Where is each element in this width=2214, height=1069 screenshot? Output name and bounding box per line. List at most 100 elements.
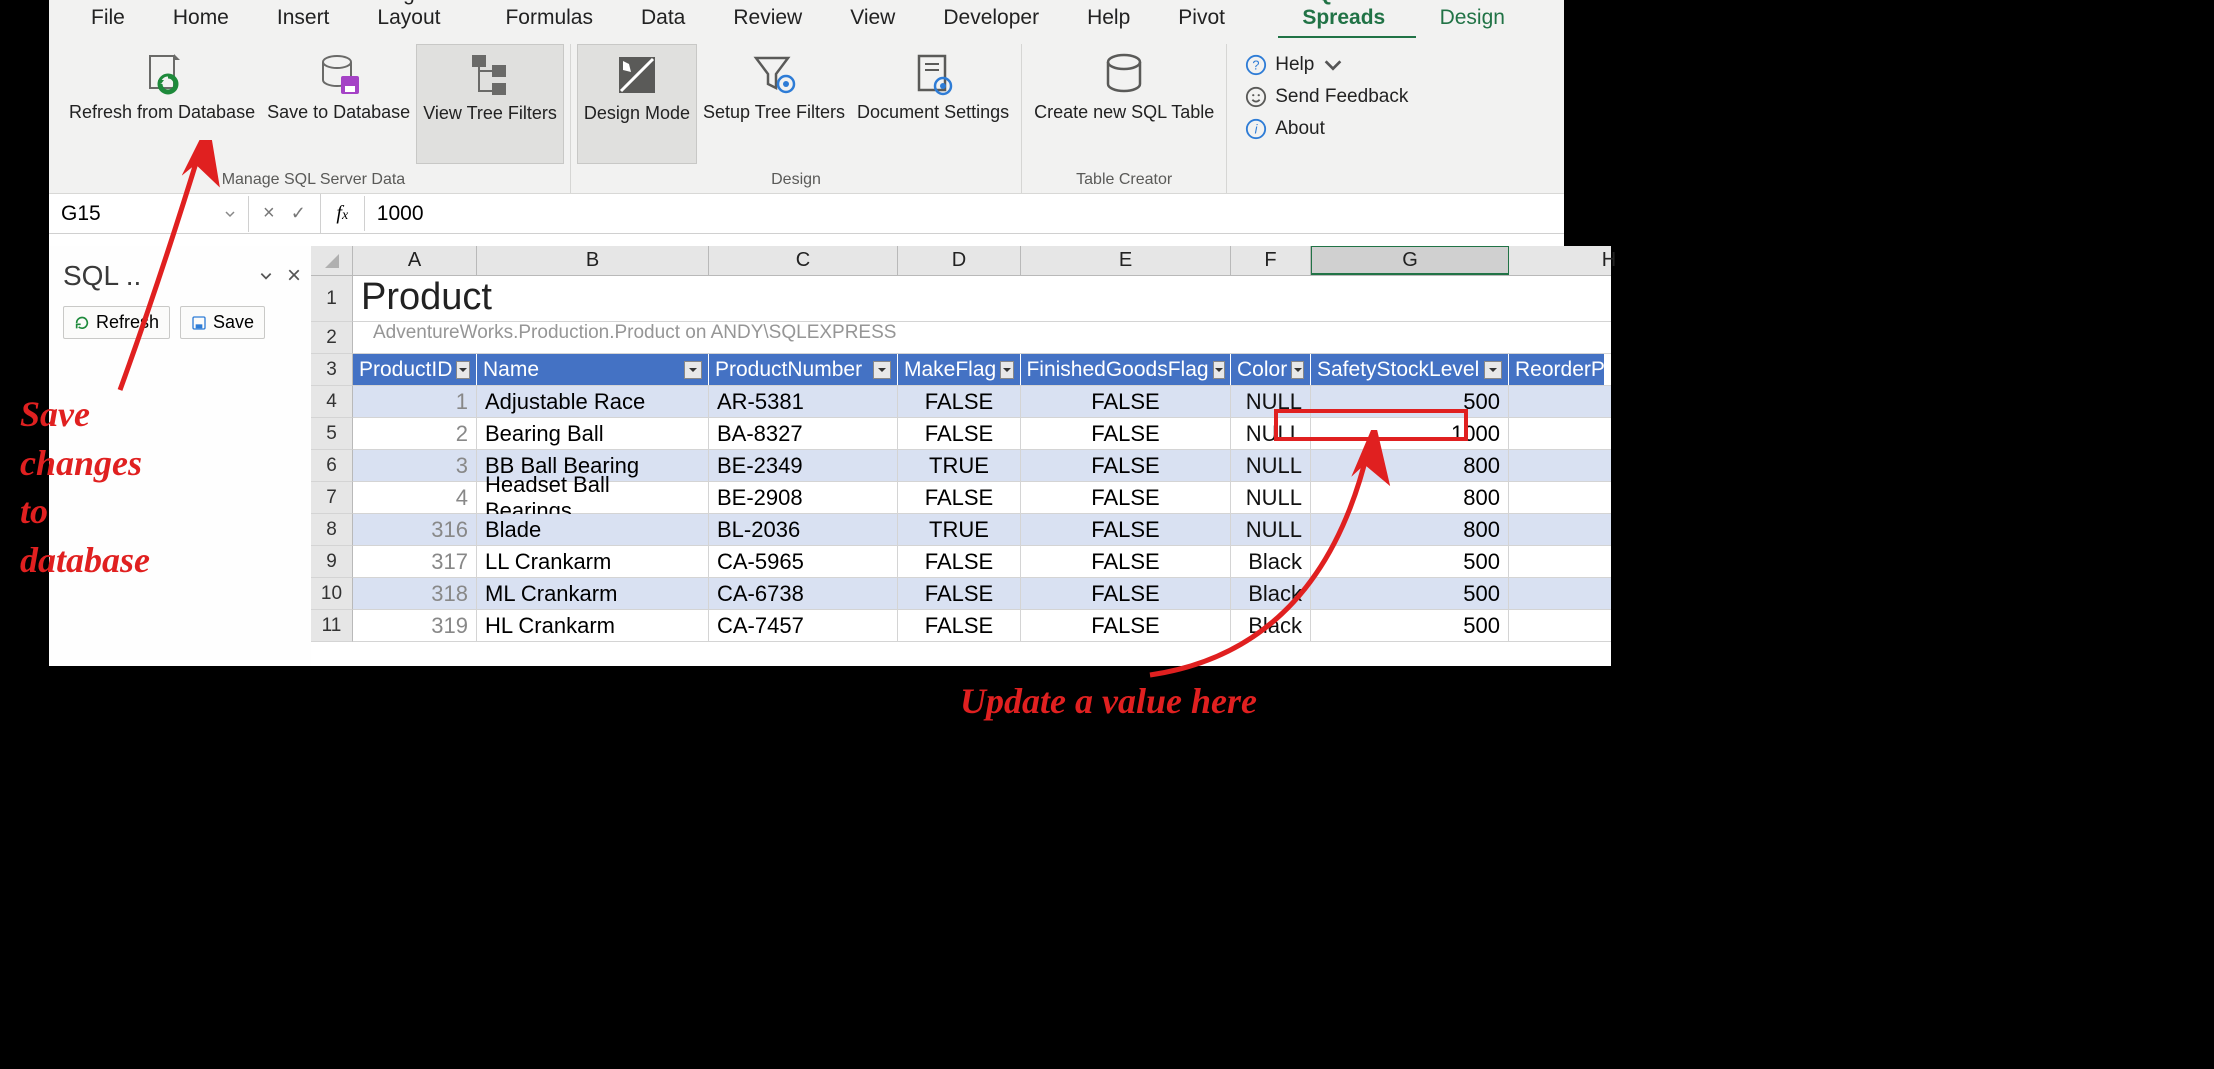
send-feedback-link[interactable]: Send Feedback <box>1239 82 1414 112</box>
cell[interactable]: NULL <box>1231 514 1311 545</box>
setup-tree-filters-button[interactable]: Setup Tree Filters <box>697 44 851 164</box>
cell[interactable]: FALSE <box>1021 578 1231 609</box>
col-header-G[interactable]: G <box>1311 246 1509 275</box>
cell[interactable]: FALSE <box>898 386 1021 417</box>
cell[interactable]: FALSE <box>1021 546 1231 577</box>
cell[interactable]: Bearing Ball <box>477 418 709 449</box>
table-header-productnumber[interactable]: ProductNumber <box>709 354 898 385</box>
cell[interactable]: BL-2036 <box>709 514 898 545</box>
cell[interactable]: Black <box>1231 578 1311 609</box>
filter-icon[interactable] <box>1484 361 1502 379</box>
cell[interactable]: Adjustable Race <box>477 386 709 417</box>
accept-formula-icon[interactable]: ✓ <box>291 203 306 224</box>
filter-icon[interactable] <box>873 361 891 379</box>
cell[interactable]: FALSE <box>898 482 1021 513</box>
tab-data[interactable]: Data <box>617 0 709 38</box>
sidebar-refresh-button[interactable]: Refresh <box>63 306 170 339</box>
tab-help[interactable]: Help <box>1063 0 1154 38</box>
tab-home[interactable]: Home <box>149 0 253 38</box>
select-all-corner[interactable] <box>311 246 353 276</box>
cell[interactable]: FALSE <box>1021 450 1231 481</box>
row-header[interactable]: 4 <box>311 386 353 418</box>
cell[interactable]: CA-6738 <box>709 578 898 609</box>
cell[interactable]: FALSE <box>898 546 1021 577</box>
save-to-database-button[interactable]: Save to Database <box>261 44 416 164</box>
cell[interactable]: NULL <box>1231 482 1311 513</box>
cell[interactable]: 800 <box>1311 482 1509 513</box>
cell[interactable]: 2 <box>353 418 477 449</box>
row-header[interactable]: 11 <box>311 610 353 642</box>
cell[interactable]: HL Crankarm <box>477 610 709 641</box>
cell[interactable]: 318 <box>353 578 477 609</box>
tab-sql-spreads[interactable]: SQL Spreads <box>1278 0 1415 38</box>
cell[interactable]: BE-2908 <box>709 482 898 513</box>
row-header[interactable]: 8 <box>311 514 353 546</box>
fx-icon[interactable]: fx <box>321 196 365 231</box>
tab-developer[interactable]: Developer <box>919 0 1063 38</box>
table-header-finishedgoodsflag[interactable]: FinishedGoodsFlag <box>1021 354 1231 385</box>
row-header[interactable]: 3 <box>311 354 353 386</box>
tab-insert[interactable]: Insert <box>253 0 354 38</box>
col-header-F[interactable]: F <box>1231 246 1311 275</box>
cell[interactable]: FALSE <box>1021 386 1231 417</box>
filter-icon[interactable] <box>1000 361 1014 379</box>
filter-icon[interactable] <box>1213 361 1225 379</box>
col-header-E[interactable]: E <box>1021 246 1231 275</box>
col-header-D[interactable]: D <box>898 246 1021 275</box>
view-tree-filters-button[interactable]: View Tree Filters <box>416 44 564 164</box>
worksheet[interactable]: A B C D E F G H 1 Product 2 AdventureWor… <box>311 246 1611 666</box>
cell[interactable]: FALSE <box>1021 418 1231 449</box>
col-header-B[interactable]: B <box>477 246 709 275</box>
cell[interactable]: BE-2349 <box>709 450 898 481</box>
cell[interactable]: FALSE <box>898 418 1021 449</box>
cell[interactable]: FALSE <box>1021 610 1231 641</box>
cell[interactable]: LL Crankarm <box>477 546 709 577</box>
cell[interactable]: FALSE <box>898 610 1021 641</box>
filter-icon[interactable] <box>684 361 702 379</box>
cancel-formula-icon[interactable]: × <box>263 202 275 225</box>
table-header-safetystocklevel[interactable]: SafetyStockLevel <box>1311 354 1509 385</box>
table-header-makeflag[interactable]: MakeFlag <box>898 354 1021 385</box>
tab-review[interactable]: Review <box>709 0 826 38</box>
cell[interactable]: 800 <box>1311 450 1509 481</box>
cell[interactable]: FALSE <box>898 578 1021 609</box>
about-link[interactable]: i About <box>1239 114 1414 144</box>
cell[interactable]: 316 <box>353 514 477 545</box>
chevron-down-icon[interactable] <box>259 269 273 283</box>
formula-input[interactable]: 1000 <box>365 196 1564 232</box>
cell[interactable]: 500 <box>1311 578 1509 609</box>
cell[interactable]: 500 <box>1311 386 1509 417</box>
row-header[interactable]: 7 <box>311 482 353 514</box>
cell[interactable]: Blade <box>477 514 709 545</box>
cell[interactable]: 1 <box>353 386 477 417</box>
tab-table-design[interactable]: Table Design <box>1416 0 1546 38</box>
document-settings-button[interactable]: Document Settings <box>851 44 1015 164</box>
tab-power-pivot[interactable]: Power Pivot <box>1154 0 1278 38</box>
cell[interactable]: 1000 <box>1311 418 1509 449</box>
col-header-H[interactable]: H <box>1509 246 1709 275</box>
cell[interactable]: 500 <box>1311 610 1509 641</box>
cell[interactable]: 800 <box>1311 514 1509 545</box>
name-box[interactable]: G15 <box>49 196 249 232</box>
table-header-name[interactable]: Name <box>477 354 709 385</box>
cell[interactable]: Black <box>1231 546 1311 577</box>
help-link[interactable]: ? Help <box>1239 50 1414 80</box>
filter-icon[interactable] <box>456 361 470 379</box>
cell[interactable]: 319 <box>353 610 477 641</box>
table-header-color[interactable]: Color <box>1231 354 1311 385</box>
col-header-A[interactable]: A <box>353 246 477 275</box>
cell[interactable]: NULL <box>1231 386 1311 417</box>
cell[interactable]: TRUE <box>898 450 1021 481</box>
design-mode-button[interactable]: Design Mode <box>577 44 697 164</box>
cell[interactable]: TRUE <box>898 514 1021 545</box>
table-header-reorderpoint[interactable]: ReorderPoint <box>1509 354 1604 385</box>
cell[interactable]: 317 <box>353 546 477 577</box>
cell[interactable]: 4 <box>353 482 477 513</box>
row-header[interactable]: 6 <box>311 450 353 482</box>
row-header[interactable]: 10 <box>311 578 353 610</box>
refresh-from-database-button[interactable]: Refresh from Database <box>63 44 261 164</box>
row-header[interactable]: 9 <box>311 546 353 578</box>
cell[interactable]: FALSE <box>1021 514 1231 545</box>
cell[interactable]: NULL <box>1231 418 1311 449</box>
cell[interactable]: Black <box>1231 610 1311 641</box>
